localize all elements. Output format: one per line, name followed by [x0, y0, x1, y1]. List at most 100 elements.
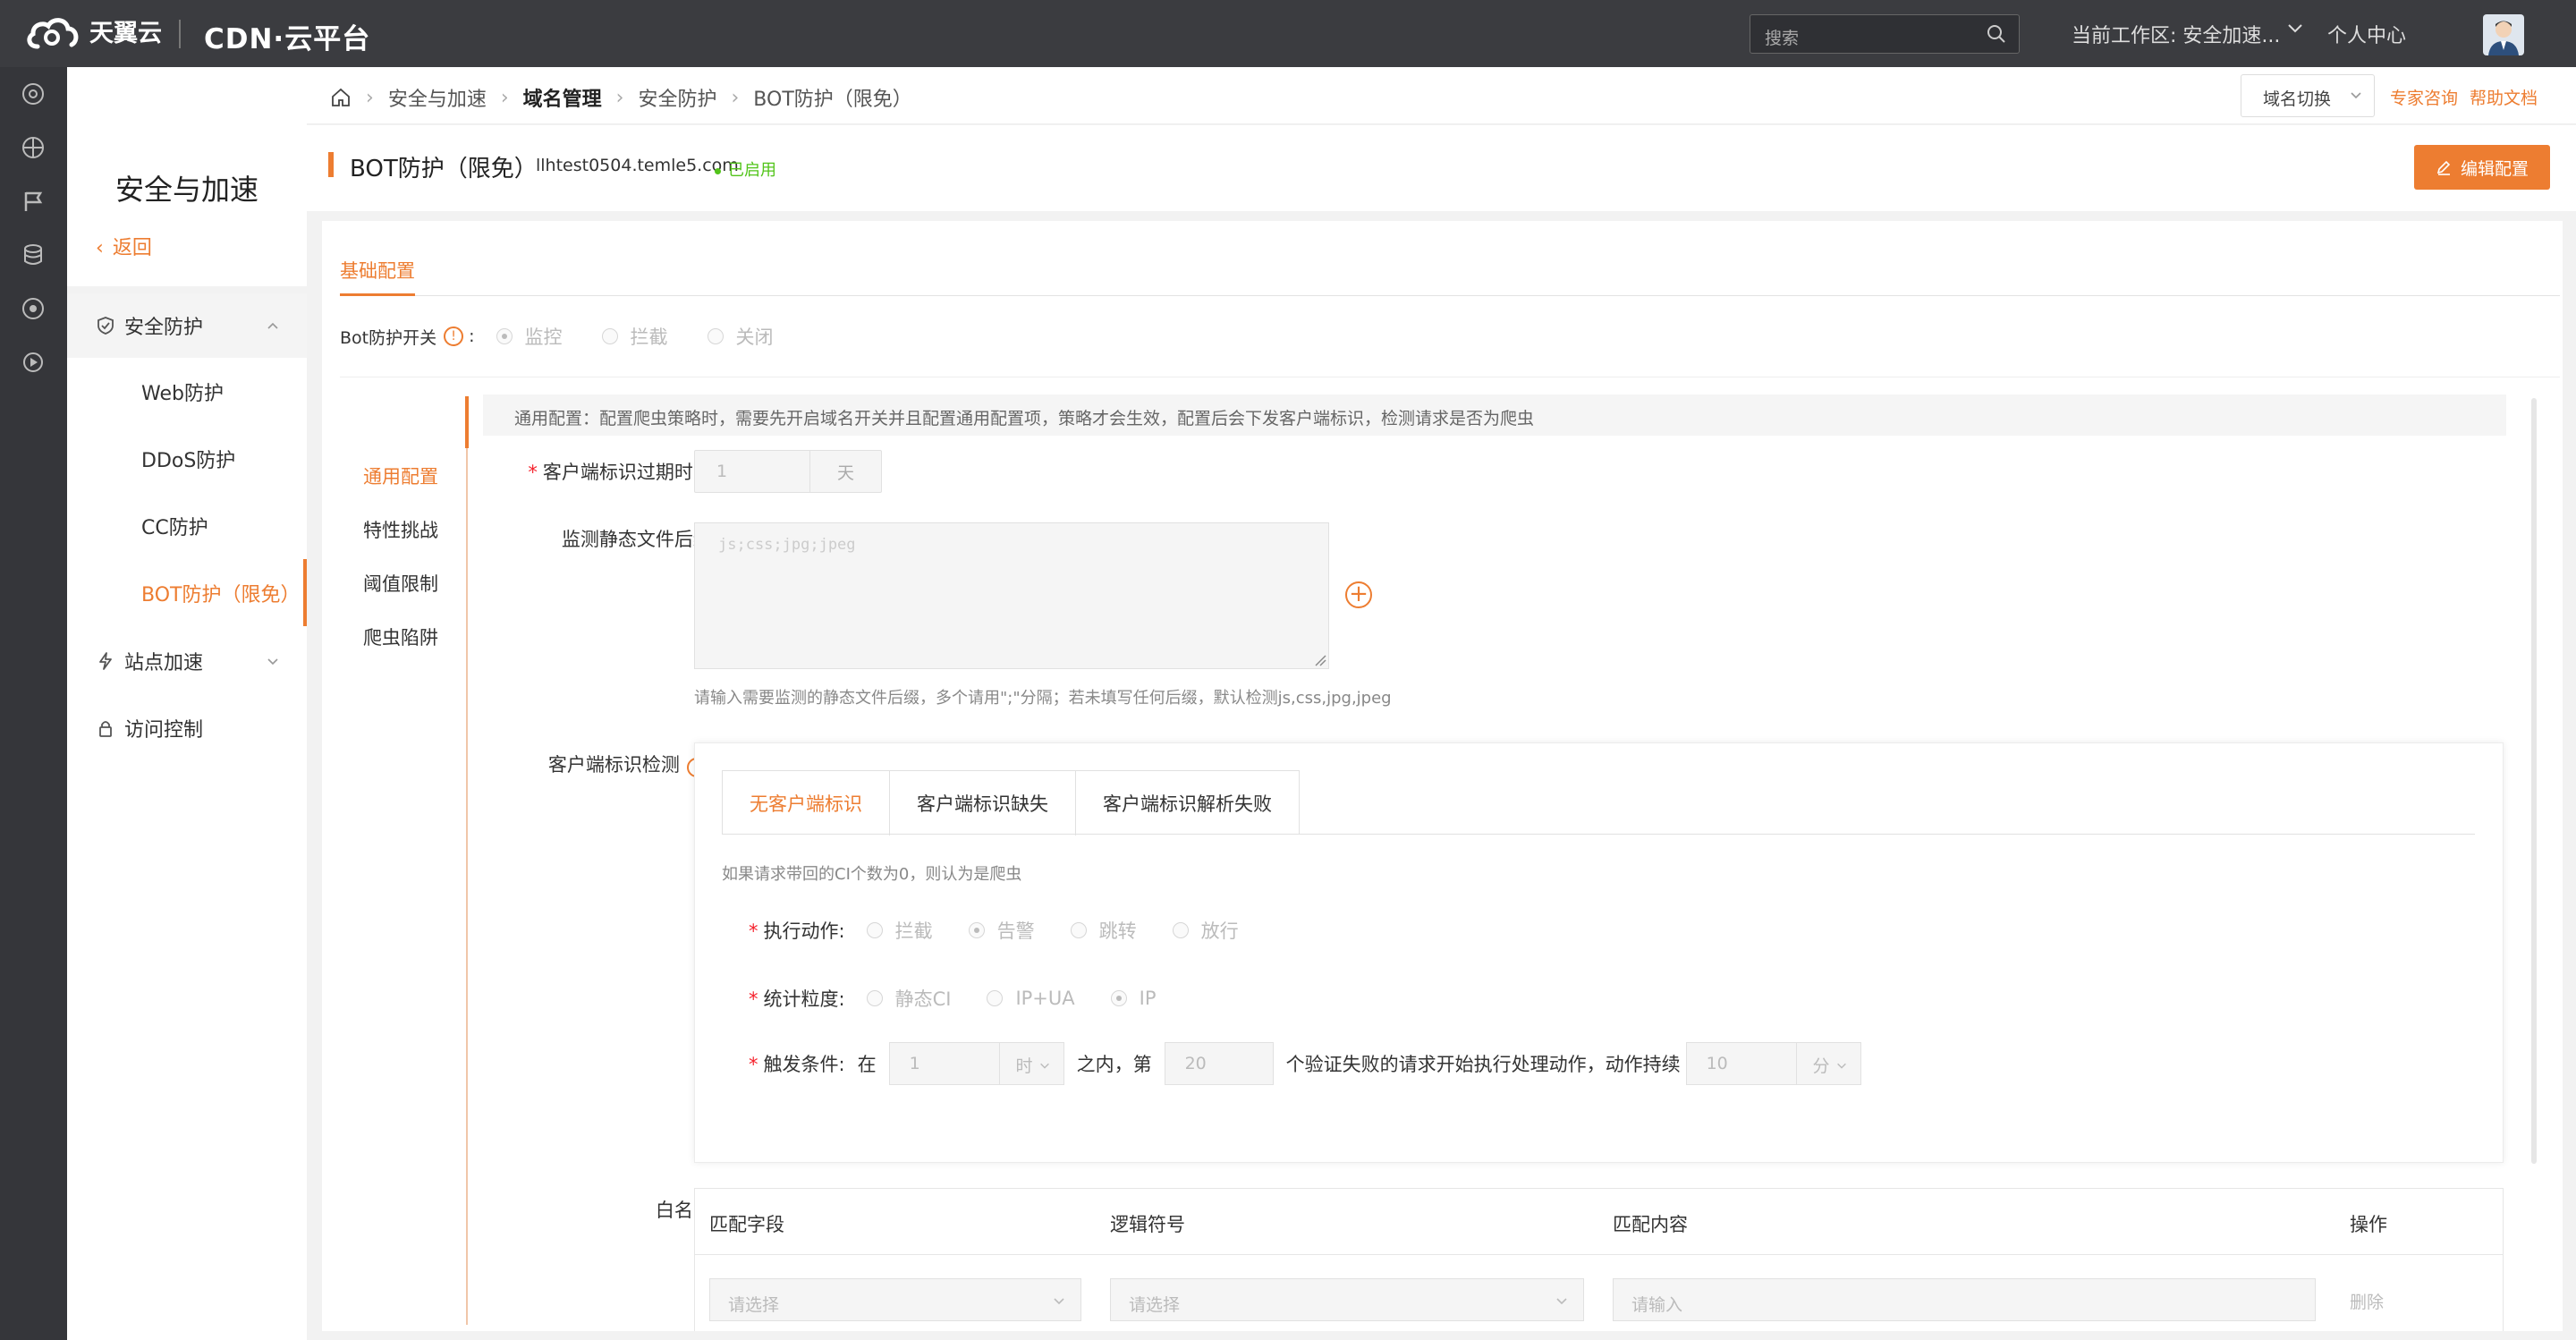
domain-switch-label: 域名切换 — [2263, 89, 2332, 109]
radio-alert[interactable]: 告警 — [968, 917, 1035, 944]
logic-operator-select[interactable]: 请选择 — [1110, 1278, 1584, 1321]
database-icon[interactable] — [20, 242, 47, 268]
trigger-time-value: 1 — [909, 1054, 920, 1073]
breadcrumb-separator: › — [366, 86, 374, 109]
info-icon[interactable]: ! — [444, 327, 464, 346]
column-header: 逻辑符号 — [1110, 1214, 1185, 1235]
radio-block[interactable]: 拦截 — [866, 917, 933, 944]
trigger-duration-input[interactable]: 10 分 — [1685, 1042, 1861, 1085]
radio-monitor[interactable]: 监控 — [496, 323, 563, 350]
sidebar-item-bot[interactable]: BOT防护（限免） — [67, 559, 307, 626]
sidebar-item-cc[interactable]: CC防护 — [67, 492, 307, 559]
expert-consult-link[interactable]: 专家咨询 — [2390, 85, 2458, 109]
tab-underline — [722, 834, 2475, 835]
radio-ip-ua[interactable]: IP+UA — [987, 988, 1075, 1009]
search-input[interactable]: 搜索 — [1750, 14, 2020, 54]
trigger-label: * 触发条件: — [749, 1054, 845, 1075]
status-text: 已启用 — [728, 161, 776, 180]
subnav-general[interactable]: 通用配置 — [354, 449, 438, 503]
trigger-time-unit-select[interactable]: 时 — [998, 1043, 1063, 1084]
tab-client-id-parse-failed[interactable]: 客户端标识解析失败 — [1076, 771, 1299, 835]
radio-static-ci[interactable]: 静态CI — [866, 985, 951, 1012]
trigger-count-input[interactable]: 20 — [1164, 1042, 1274, 1085]
expire-unit: 天 — [809, 451, 881, 492]
trigger-time-input[interactable]: 1 时 — [888, 1042, 1064, 1085]
lightning-icon — [99, 652, 112, 670]
breadcrumb-item[interactable]: 域名管理 — [523, 83, 602, 112]
tab-client-id-missing[interactable]: 客户端标识缺失 — [890, 771, 1076, 835]
edit-icon — [2436, 160, 2451, 175]
flag-icon[interactable] — [20, 188, 47, 215]
subnav-threshold[interactable]: 阈值限制 — [354, 556, 438, 610]
sidebar-item-ddos[interactable]: DDoS防护 — [67, 425, 307, 492]
trigger-row: * 触发条件: 在 1 时 之内，第 20 个验证失败的请求开始执行处理动作，动作… — [749, 1042, 1861, 1085]
logo[interactable]: 天翼云 — [25, 13, 162, 54]
help-docs-link[interactable]: 帮助文档 — [2470, 85, 2538, 109]
chevron-down-icon — [1054, 1298, 1064, 1305]
chevron-down-icon — [1039, 1063, 1049, 1069]
radio-redirect[interactable]: 跳转 — [1070, 917, 1137, 944]
breadcrumb-separator: › — [500, 86, 509, 109]
breadcrumb-separator: › — [615, 86, 624, 109]
settings-wheel-icon[interactable] — [20, 295, 47, 322]
detect-description: 如果请求带回的CI个数为0，则认为是爬虫 — [722, 865, 1022, 884]
tab-no-client-id[interactable]: 无客户端标识 — [723, 771, 890, 835]
sidebar-divider — [67, 286, 307, 293]
sidebar-group-access[interactable]: 访问控制 — [67, 696, 307, 760]
workspace-selector[interactable]: 当前工作区: 安全加速... — [2072, 20, 2280, 48]
granularity-row: * 统计粒度: 静态CI IP+UA IP — [749, 985, 1192, 1012]
match-field-select[interactable]: 请选择 — [709, 1278, 1081, 1321]
radio-off[interactable]: 关闭 — [707, 323, 774, 350]
domain-switch-select[interactable]: 域名切换 — [2241, 74, 2375, 117]
add-suffix-icon[interactable]: + — [1345, 581, 1372, 608]
static-suffix-textarea[interactable]: js;css;jpg;jpeg — [694, 522, 1329, 669]
sidebar-item-web[interactable]: Web防护 — [67, 358, 307, 425]
static-suffix-placeholder: js;css;jpg;jpeg — [718, 536, 856, 554]
breadcrumb-item[interactable]: 安全与加速 — [388, 83, 487, 112]
play-icon[interactable] — [20, 349, 47, 376]
dashboard-icon[interactable] — [20, 81, 47, 107]
breadcrumb-current: BOT防护（限免） — [753, 89, 912, 111]
match-content-input[interactable]: 请输入 — [1613, 1278, 2316, 1321]
breadcrumb-item[interactable]: 安全防护 — [638, 83, 716, 112]
back-link[interactable]: ‹ 返回 — [96, 232, 152, 260]
logo-text: 天翼云 — [89, 19, 162, 47]
cloud-logo-icon — [27, 18, 79, 49]
radio-allow[interactable]: 放行 — [1172, 917, 1239, 944]
network-icon[interactable] — [20, 134, 47, 161]
radio-ip[interactable]: IP — [1110, 988, 1157, 1009]
trigger-duration-unit-select[interactable]: 分 — [1795, 1043, 1860, 1084]
tab-basic-config[interactable]: 基础配置 — [340, 251, 415, 296]
radio-label: 拦截 — [894, 920, 933, 942]
chevron-down-icon — [2351, 92, 2361, 99]
home-icon[interactable] — [330, 87, 352, 108]
edit-config-button[interactable]: 编辑配置 — [2414, 145, 2550, 190]
expire-label: * 客户端标识过期时间: — [528, 462, 718, 483]
radio-block[interactable]: 拦截 — [601, 323, 668, 350]
resize-handle-icon[interactable] — [1314, 654, 1326, 666]
select-placeholder: 请选择 — [728, 1295, 780, 1315]
personal-center-link[interactable]: 个人中心 — [2327, 20, 2406, 48]
subnav-feature-challenge[interactable]: 特性挑战 — [354, 503, 438, 556]
trigger-within-text: 之内，第 — [1076, 1054, 1152, 1075]
status-badge: 已启用 — [715, 157, 776, 181]
delete-row-link[interactable]: 删除 — [2350, 1289, 2384, 1313]
chevron-down-icon — [1836, 1063, 1846, 1069]
subnav-crawler-trap[interactable]: 爬虫陷阱 — [354, 610, 438, 664]
trigger-in-text: 在 — [857, 1054, 877, 1075]
scrollbar[interactable] — [2531, 398, 2537, 1164]
action-label: * 执行动作: — [749, 920, 845, 942]
main-content: › 安全与加速 › 域名管理 › 安全防护 › BOT防护（限免） 域名切换 专… — [307, 67, 2576, 1340]
radio-label: 监控 — [524, 327, 563, 348]
user-avatar-icon — [2488, 21, 2519, 55]
breadcrumb-bar: › 安全与加速 › 域名管理 › 安全防护 › BOT防护（限免） 域名切换 专… — [307, 67, 2576, 124]
search-icon[interactable] — [1987, 24, 2006, 44]
trigger-description-text: 个验证失败的请求开始执行处理动作，动作持续 — [1285, 1054, 1681, 1075]
title-bar: BOT防护（限免） llhtest0504.temle5.com 已启用 编辑配… — [307, 125, 2576, 211]
sidebar-group-security[interactable]: 安全防护 — [67, 293, 307, 358]
page-title: BOT防护（限免） — [350, 156, 538, 182]
sidebar-group-acceleration[interactable]: 站点加速 — [67, 629, 307, 693]
expire-input[interactable]: 1 天 — [694, 450, 882, 493]
chevron-down-icon[interactable] — [2286, 20, 2304, 38]
avatar[interactable] — [2483, 14, 2524, 55]
